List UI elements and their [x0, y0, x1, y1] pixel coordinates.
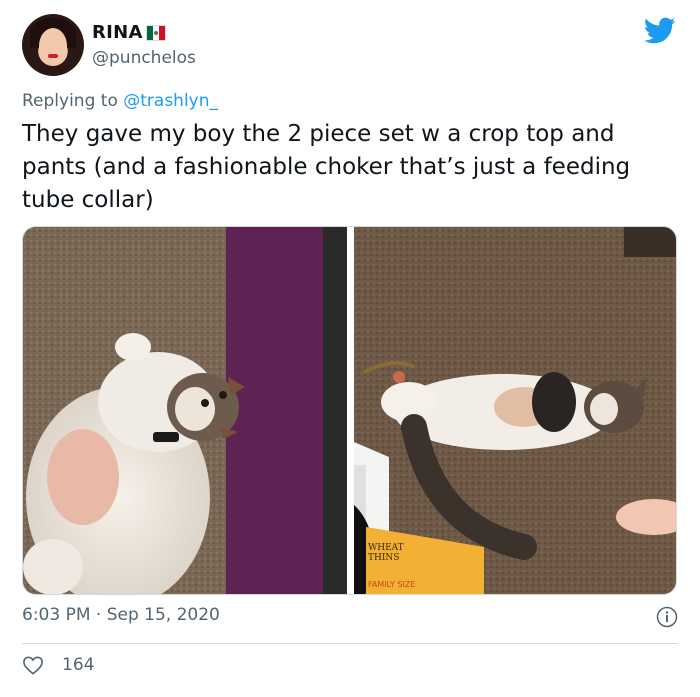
author-handle[interactable]: @punchelos	[92, 48, 196, 68]
avatar[interactable]	[22, 14, 84, 76]
like-action[interactable]: 164	[22, 655, 94, 675]
avatar-face	[39, 28, 67, 64]
reply-prefix: Replying to	[22, 91, 124, 111]
tweet-media[interactable]: WHEAT THINS FAMILY SIZE	[22, 226, 677, 595]
display-name[interactable]: RINA	[92, 22, 143, 43]
divider	[22, 643, 678, 644]
heart-icon[interactable]	[22, 655, 44, 675]
tweet-text: They gave my boy the 2 piece set w a cro…	[22, 121, 631, 213]
photo-left[interactable]	[23, 227, 347, 594]
box-text-1: WHEAT	[368, 543, 404, 553]
info-icon[interactable]	[656, 606, 678, 628]
replying-to: Replying to @trashlyn_	[22, 91, 218, 111]
avatar-lips	[48, 54, 58, 58]
tweet-card: RINA @punchelos Replying to @trashlyn_ T…	[0, 0, 700, 697]
like-count: 164	[62, 655, 95, 675]
cat-photo-left	[23, 227, 347, 594]
box-text-2: THINS	[368, 553, 399, 563]
cat-photo-right: WHEAT THINS FAMILY SIZE	[294, 227, 676, 594]
reply-mention-link[interactable]: @trashlyn_	[123, 91, 218, 111]
box-text-3: FAMILY SIZE	[368, 580, 415, 589]
tweet-timestamp[interactable]: 6:03 PM · Sep 15, 2020	[22, 605, 220, 625]
mexico-flag-icon	[145, 24, 166, 41]
twitter-bird-icon[interactable]	[644, 17, 676, 45]
author-name-row[interactable]: RINA	[92, 22, 166, 43]
photo-right[interactable]: WHEAT THINS FAMILY SIZE	[294, 227, 676, 594]
